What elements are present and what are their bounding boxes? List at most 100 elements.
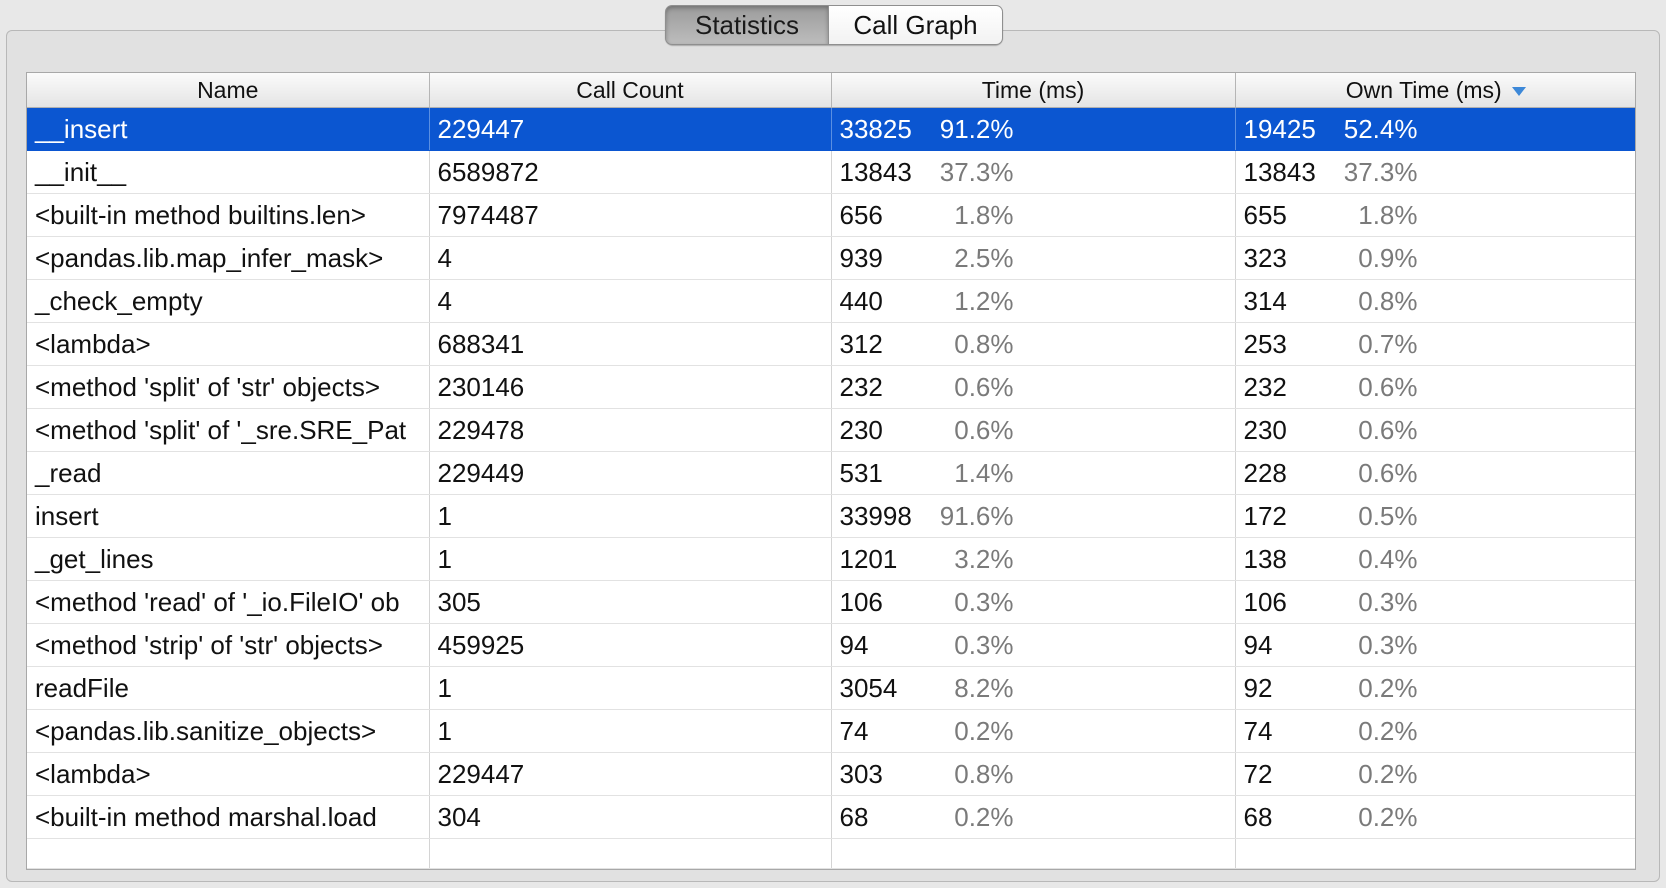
table-row[interactable]: __init__ 6589872 13843 37.3% 13843 37.3% <box>27 150 1635 194</box>
cell-call-count: 6589872 <box>429 150 832 194</box>
column-header-own-time-label: Own Time (ms) <box>1345 76 1502 103</box>
cell-call-count: 7974487 <box>429 193 832 237</box>
table-row[interactable]: _check_empty 4 440 1.2% 314 0.8% <box>27 279 1635 323</box>
cell-time-time: 74 <box>839 715 869 746</box>
cell-own-time-own: 232 <box>1243 371 1287 402</box>
column-header-own-time[interactable]: Own Time (ms) <box>1235 73 1635 108</box>
cell-call-count: 1 <box>429 709 832 753</box>
cell-empty <box>27 838 430 869</box>
cell-time-time: 303 <box>839 758 883 789</box>
statistics-table-container[interactable]: Name Call Count Time (ms) Own Time (ms) … <box>26 72 1636 870</box>
cell-own-time-own: 72 <box>1243 758 1273 789</box>
table-row[interactable]: <method 'split' of 'str' objects> 230146 2… <box>27 365 1635 409</box>
cell-time: 1201 3.2% <box>831 537 1236 581</box>
cell-name: <lambda> <box>27 322 430 366</box>
view-switcher: Statistics Call Graph <box>665 5 1003 45</box>
cell-time-time: 312 <box>839 328 883 359</box>
cell-time: 106 0.3% <box>831 580 1236 624</box>
sort-descending-icon <box>1511 86 1526 96</box>
cell-own-time-own: 92 <box>1243 672 1273 703</box>
cell-time: 3054 8.2% <box>831 666 1236 710</box>
cell-own-time-own-pct: 37.3% <box>1343 156 1418 187</box>
table-row[interactable]: _read 229449 531 1.4% 228 0.6% <box>27 451 1635 495</box>
cell-own-time-own-pct: 1.8% <box>1358 199 1418 230</box>
cell-own-time-own: 253 <box>1243 328 1287 359</box>
cell-own-time: 13843 37.3% <box>1235 150 1635 194</box>
table-row[interactable]: readFile 1 3054 8.2% 92 0.2% <box>27 666 1635 710</box>
cell-name: _read <box>27 451 430 495</box>
cell-name: <method 'strip' of 'str' objects> <box>27 623 430 667</box>
table-row[interactable]: __insert 229447 33825 91.2% 19425 52.4% <box>27 107 1635 151</box>
cell-call-count: 4 <box>429 236 832 280</box>
table-row[interactable]: <method 'strip' of 'str' objects> 459925 9… <box>27 623 1635 667</box>
cell-time: 939 2.5% <box>831 236 1236 280</box>
cell-time-time-pct: 91.2% <box>939 113 1014 144</box>
cell-own-time: 74 0.2% <box>1235 709 1635 753</box>
cell-own-time-own-pct: 0.2% <box>1358 672 1418 703</box>
cell-time-time-pct: 1.4% <box>954 457 1014 488</box>
cell-own-time-own: 314 <box>1243 285 1287 316</box>
cell-own-time-own: 13843 <box>1243 156 1316 187</box>
column-header-name[interactable]: Name <box>27 73 430 108</box>
cell-empty <box>429 838 832 869</box>
cell-name: _get_lines <box>27 537 430 581</box>
cell-name: <method 'split' of 'str' objects> <box>27 365 430 409</box>
cell-own-time-own-pct: 0.6% <box>1358 457 1418 488</box>
cell-name-name: __init__ <box>35 156 127 187</box>
table-row[interactable]: <built-in method marshal.load 304 68 0.2% 68… <box>27 795 1635 839</box>
table-row[interactable]: <lambda> 229447 303 0.8% 72 0.2% <box>27 752 1635 796</box>
cell-call-count: 1 <box>429 537 832 581</box>
cell-time-time: 106 <box>839 586 883 617</box>
cell-name: __init__ <box>27 150 430 194</box>
cell-own-time: 106 0.3% <box>1235 580 1635 624</box>
cell-name: <lambda> <box>27 752 430 796</box>
column-header-name-label: Name <box>197 76 259 103</box>
column-header-time[interactable]: Time (ms) <box>831 73 1236 108</box>
cell-own-time-own: 68 <box>1243 801 1273 832</box>
column-header-time-label: Time (ms) <box>981 76 1085 103</box>
cell-own-time-own: 106 <box>1243 586 1287 617</box>
table-row[interactable]: insert 1 33998 91.6% 172 0.5% <box>27 494 1635 538</box>
cell-own-time: 92 0.2% <box>1235 666 1635 710</box>
cell-call-count: 229447 <box>429 752 832 796</box>
table-row[interactable]: <method 'read' of '_io.FileIO' ob 305 106 0… <box>27 580 1635 624</box>
cell-own-time-own-pct: 0.3% <box>1358 629 1418 660</box>
table-row[interactable]: <pandas.lib.sanitize_objects> 1 74 0.2% 74 0.… <box>27 709 1635 753</box>
cell-name-name: <pandas.lib.map_infer_mask> <box>35 242 384 273</box>
column-header-call-count[interactable]: Call Count <box>429 73 832 108</box>
cell-call-count-call-count: 6589872 <box>437 156 539 187</box>
cell-own-time-own: 228 <box>1243 457 1287 488</box>
cell-name-name: <lambda> <box>35 328 151 359</box>
table-row[interactable]: <built-in method builtins.len> 7974487 656… <box>27 193 1635 237</box>
table-row[interactable]: _get_lines 1 1201 3.2% 138 0.4% <box>27 537 1635 581</box>
cell-time: 312 0.8% <box>831 322 1236 366</box>
cell-own-time-own-pct: 0.2% <box>1358 758 1418 789</box>
cell-own-time-own-pct: 0.3% <box>1358 586 1418 617</box>
cell-call-count-call-count: 305 <box>437 586 481 617</box>
cell-time-time: 94 <box>839 629 869 660</box>
cell-time-time: 230 <box>839 414 883 445</box>
cell-name-name: _get_lines <box>35 543 154 574</box>
cell-time: 68 0.2% <box>831 795 1236 839</box>
cell-own-time: 323 0.9% <box>1235 236 1635 280</box>
table-row[interactable]: <lambda> 688341 312 0.8% 253 0.7% <box>27 322 1635 366</box>
cell-name-name: <built-in method marshal.load <box>35 801 377 832</box>
cell-time-time: 531 <box>839 457 883 488</box>
cell-own-time-own-pct: 0.6% <box>1358 371 1418 402</box>
table-row[interactable]: <pandas.lib.map_infer_mask> 4 939 2.5% 323 0.… <box>27 236 1635 280</box>
cell-call-count: 459925 <box>429 623 832 667</box>
tab-statistics[interactable]: Statistics <box>665 5 829 45</box>
cell-name: insert <box>27 494 430 538</box>
cell-time-time-pct: 37.3% <box>939 156 1014 187</box>
tab-call-graph[interactable]: Call Graph <box>829 5 1003 45</box>
cell-own-time: 232 0.6% <box>1235 365 1635 409</box>
cell-name-name: _read <box>35 457 102 488</box>
cell-own-time-own: 138 <box>1243 543 1287 574</box>
cell-call-count: 230146 <box>429 365 832 409</box>
cell-time-time-pct: 8.2% <box>954 672 1014 703</box>
cell-own-time-own: 230 <box>1243 414 1287 445</box>
cell-call-count: 1 <box>429 666 832 710</box>
cell-name-name: insert <box>35 500 99 531</box>
table-row[interactable]: <method 'split' of '_sre.SRE_Pat 229478 23… <box>27 408 1635 452</box>
cell-time-time-pct: 91.6% <box>939 500 1014 531</box>
